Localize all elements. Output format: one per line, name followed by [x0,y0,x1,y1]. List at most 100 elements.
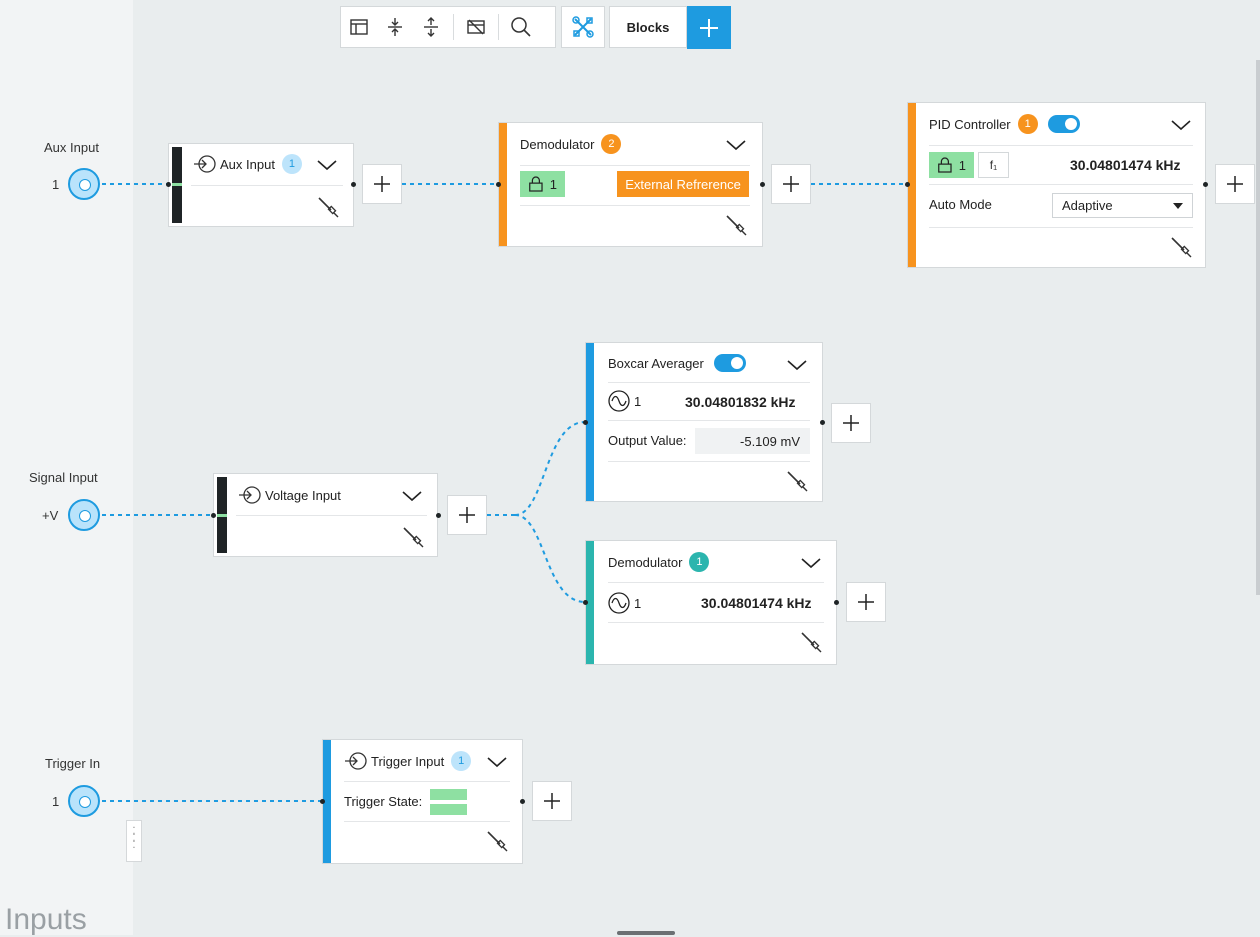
add-after-aux-input-button[interactable] [362,164,402,204]
chevron-down-icon[interactable] [786,358,808,372]
block-header: PID Controller 1 [929,114,1205,134]
output-value-readout: -5.109 mV [695,428,810,454]
probe-icon[interactable] [1170,236,1192,258]
output-port[interactable] [760,182,765,187]
demodulator-badge: 2 [601,134,622,154]
input-bar [217,477,227,553]
probe-icon[interactable] [486,830,508,852]
probe-icon[interactable] [800,631,822,653]
divider [608,582,824,583]
input-bar [172,147,182,223]
boxcar-frequency: 30.04801832 kHz [685,394,796,410]
block-title: Demodulator [520,136,595,152]
chevron-down-icon[interactable] [401,489,423,503]
boxcar-averager-block[interactable]: Boxcar Averager 1 Output Value: [585,342,823,502]
output-port[interactable] [436,513,441,518]
channel-badge: 1 [451,751,472,771]
caret-down-icon [1173,203,1183,209]
input-port[interactable] [166,182,171,187]
add-after-pid-button[interactable] [1215,164,1255,204]
lock-channel: 1 [958,157,966,173]
trigger-input-block[interactable]: Trigger Input 1 Trigger State: [322,739,523,864]
probe-icon[interactable] [725,214,747,236]
divider [191,185,343,186]
lock-icon [529,176,543,192]
enable-toggle[interactable] [713,354,746,372]
block-title: PID Controller [929,116,1011,132]
enable-toggle[interactable] [1047,115,1080,133]
input-port-icon [194,155,216,173]
chevron-down-icon[interactable] [486,755,508,769]
lock-channel: 1 [549,176,557,192]
block-title: Demodulator [608,554,683,570]
oscillator-icon [608,592,630,614]
pid-badge: 1 [1017,114,1038,134]
input-port-icon [345,752,367,770]
divider [608,622,824,623]
chevron-down-icon[interactable] [800,556,822,570]
bottom-panel-handle[interactable] [617,931,675,935]
block-title: Trigger Input [371,753,445,769]
add-after-demodulator-2-button[interactable] [771,164,811,204]
block-title: Boxcar Averager [608,355,704,371]
divider [608,420,810,421]
divider [608,382,810,383]
output-port[interactable] [820,420,825,425]
divider [520,165,750,166]
voltage-input-block[interactable]: Voltage Input [213,473,438,557]
chevron-down-icon[interactable] [1170,118,1192,132]
pid-frequency: 30.04801474 kHz [1070,157,1181,173]
auto-mode-value: Adaptive [1062,198,1113,213]
channel-badge: 1 [281,154,302,174]
input-port[interactable] [583,600,588,605]
probe-icon[interactable] [786,470,808,492]
divider [608,461,810,462]
add-after-demodulator-1-button[interactable] [846,582,886,622]
input-port[interactable] [583,420,588,425]
output-port[interactable] [1203,182,1208,187]
channel-number: 1 [634,595,642,611]
plus-icon [1227,176,1243,192]
input-port[interactable] [211,513,216,518]
auto-mode-select[interactable]: Adaptive [1052,193,1193,218]
divider [929,145,1193,146]
add-after-voltage-input-button[interactable] [447,495,487,535]
frequency-source-chip[interactable]: f₁ [978,152,1009,178]
oscillator-icon [608,390,630,412]
add-after-boxcar-button[interactable] [831,403,871,443]
input-port[interactable] [320,799,325,804]
demodulator-1-frequency: 30.04801474 kHz [701,595,812,611]
add-after-trigger-input-button[interactable] [532,781,572,821]
divider [929,227,1193,228]
input-port-icon [239,486,261,504]
reference-source-chip[interactable]: External Refrerence [617,171,749,197]
auto-mode-label: Auto Mode [929,197,992,212]
probe-icon[interactable] [402,526,424,548]
divider [520,205,750,206]
plus-icon [783,176,799,192]
trigger-state-label: Trigger State: [344,794,423,809]
plus-icon [843,415,859,431]
input-port[interactable] [496,182,501,187]
divider [929,184,1193,185]
probe-icon[interactable] [317,196,339,218]
input-port[interactable] [905,182,910,187]
pid-controller-block[interactable]: PID Controller 1 Auto Mode [907,102,1206,268]
block-title: Voltage Input [265,487,341,503]
channel-number: 1 [634,393,642,409]
chevron-down-icon[interactable] [316,158,338,172]
output-port[interactable] [834,600,839,605]
output-port[interactable] [520,799,525,804]
aux-input-block[interactable]: Aux Input 1 [168,143,354,227]
vertical-scrollbar[interactable] [1256,60,1260,595]
lock-icon [938,157,952,173]
divider [344,781,510,782]
lock-chip[interactable]: 1 [929,152,974,178]
block-title: Aux Input [220,156,275,172]
chevron-down-icon[interactable] [725,138,747,152]
output-port[interactable] [351,182,356,187]
divider [236,515,427,516]
output-value-label: Output Value: [608,433,687,448]
plus-icon [858,594,874,610]
lock-chip[interactable]: 1 [520,171,565,197]
